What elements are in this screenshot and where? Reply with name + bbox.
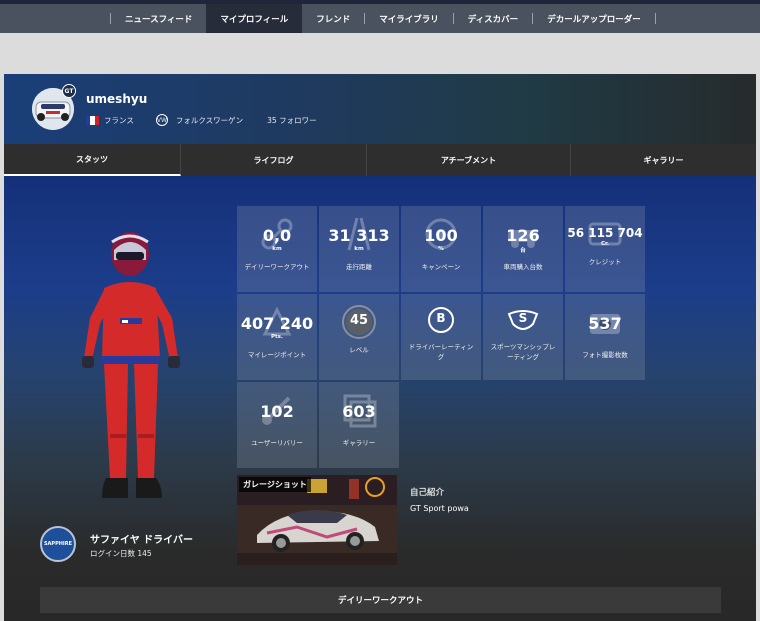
stat-value: S (518, 311, 528, 325)
tab-achievements[interactable]: アチーブメント (367, 144, 571, 176)
stat-value: 0,0 (262, 226, 292, 245)
stat-unit: Cr. (600, 241, 610, 247)
stat-value: 45 (349, 313, 369, 328)
stat-label: クレジット (588, 258, 622, 266)
stat-label: デイリーワークアウト (244, 263, 310, 271)
stat-tile-daily-workout[interactable]: 0,0 km デイリーワークアウト (237, 206, 317, 292)
stat-tile-level[interactable]: 45 レベル (319, 294, 399, 380)
stat-label: ドライバーレーティング (408, 343, 474, 361)
stat-unit: km (272, 246, 282, 252)
tab-gallery[interactable]: ギャラリー (571, 144, 756, 176)
stat-unit: km (354, 246, 364, 252)
stat-unit: Pts. (270, 334, 284, 340)
country-label: フランス (104, 115, 134, 125)
stat-label: 車両購入台数 (503, 263, 543, 271)
stat-unit: 台 (520, 248, 526, 254)
daily-workout-section[interactable]: デイリーワークアウト (40, 587, 721, 613)
tab-stats[interactable]: スタッツ (4, 144, 181, 176)
self-intro-text: GT Sport powa (410, 504, 469, 513)
stat-tile-credits[interactable]: 56 115 704 Cr. クレジット (565, 206, 645, 292)
sapphire-rank-badge-icon: SAPPHIRE (40, 526, 76, 562)
nav-item-friends[interactable]: フレンド (302, 4, 364, 33)
stat-label: ユーザーリバリー (251, 439, 303, 447)
stat-value: 100 (424, 226, 458, 245)
profile-tabs: スタッツ ライフログ アチーブメント ギャラリー (4, 144, 756, 176)
stat-label: レベル (349, 346, 369, 354)
stat-tile-mileage-points[interactable]: 407 240 Pts. マイレージポイント (237, 294, 317, 380)
garage-shot-image[interactable]: ガレージショット (237, 475, 397, 565)
stat-tile-campaign[interactable]: 100 % キャンペーン (401, 206, 481, 292)
stat-value: 407 240 (240, 314, 314, 333)
rank-title: サファイヤ ドライバー (90, 535, 193, 546)
stat-tile-distance[interactable]: 31 313 km 走行距離 (319, 206, 399, 292)
stat-label: キャンペーン (421, 263, 461, 271)
stat-unit: % (438, 246, 444, 252)
nav-item-my-profile[interactable]: マイプロフィール (206, 4, 303, 33)
nav-item-my-library[interactable]: マイライブラリ (365, 4, 453, 33)
profile-header: GT umeshyu フランス VW フォルクスワーゲン 35 フォロワー (4, 74, 756, 144)
followers-count[interactable]: 35 フォロワー (267, 115, 316, 126)
profile-panel: GT umeshyu フランス VW フォルクスワーゲン 35 フォロワー スタ… (4, 74, 756, 621)
stat-tile-photos[interactable]: 537 フォト撮影枚数 (565, 294, 645, 380)
stat-value: 603 (342, 402, 376, 421)
driver-avatar (82, 232, 180, 498)
stat-value: 56 115 704 (567, 226, 643, 240)
self-intro-title: 自己紹介 (410, 488, 445, 498)
stat-tile-driver-rating[interactable]: B ドライバーレーティング (401, 294, 481, 380)
tab-lifelog[interactable]: ライフログ (181, 144, 367, 176)
stat-value: 537 (588, 314, 622, 333)
top-navigation-bar: ニュースフィード マイプロフィール フレンド マイライブラリ ディスカバー デカ… (0, 0, 760, 33)
stats-content: SAPPHIRE サファイヤ ドライバー ログイン日数 145 0,0 km デ… (4, 176, 756, 621)
garage-shot-label: ガレージショット (239, 477, 311, 492)
login-days: ログイン日数 145 (90, 549, 152, 558)
nav-item-newsfeed[interactable]: ニュースフィード (111, 4, 206, 33)
gt-badge-icon: GT (62, 84, 76, 98)
stat-tile-sportsmanship-rating[interactable]: S スポーツマンシップレーティング (483, 294, 563, 380)
stat-value: 126 (506, 226, 540, 245)
nav-item-decal-uploader[interactable]: デカールアップローダー (533, 4, 655, 33)
stat-tile-gallery[interactable]: 603 ギャラリー (319, 382, 399, 468)
stat-value: B (436, 311, 446, 325)
nav-item-discover[interactable]: ディスカバー (454, 4, 532, 33)
stat-label: ギャラリー (342, 439, 376, 447)
france-flag-icon (86, 115, 99, 125)
stat-label: 走行距離 (346, 263, 372, 271)
stat-value: 31 313 (328, 226, 390, 245)
manufacturer-label: フォルクスワーゲン (175, 115, 244, 125)
stat-label: スポーツマンシップレーティング (490, 343, 556, 361)
volkswagen-logo-icon: VW (155, 114, 168, 126)
username[interactable]: umeshyu (86, 92, 147, 106)
nav-separator (654, 13, 656, 24)
stat-tile-cars-purchased[interactable]: 126 台 車両購入台数 (483, 206, 563, 292)
stat-label: フォト撮影枚数 (582, 351, 628, 359)
stat-value: 102 (260, 402, 294, 421)
profile-meta: フランス VW フォルクスワーゲン 35 フォロワー (86, 114, 317, 126)
stat-tile-user-livery[interactable]: 102 ユーザーリバリー (237, 382, 317, 468)
stat-label: マイレージポイント (247, 351, 307, 359)
main-nav: ニュースフィード マイプロフィール フレンド マイライブラリ ディスカバー デカ… (110, 4, 656, 33)
